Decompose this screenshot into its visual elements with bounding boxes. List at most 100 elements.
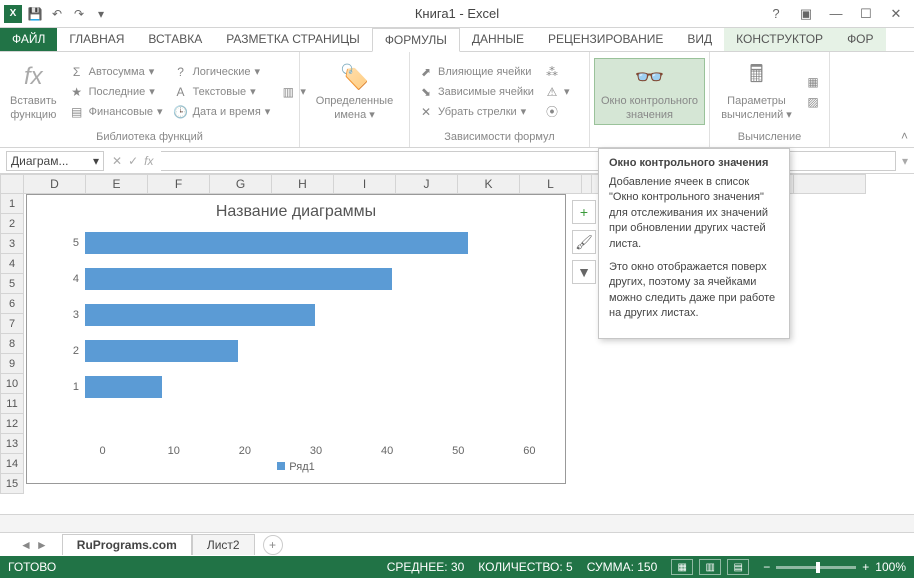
row-header[interactable]: 8 (0, 334, 24, 354)
calc-now-button[interactable]: ▦ (801, 72, 825, 92)
calculator-icon: 🖩 (741, 61, 773, 93)
tab-view[interactable]: ВИД (675, 28, 724, 51)
select-all-corner[interactable] (0, 174, 24, 194)
zoom-out-button[interactable]: − (763, 560, 770, 574)
row-header[interactable]: 15 (0, 474, 24, 494)
chart-filter-button[interactable]: ▼ (572, 260, 596, 284)
row-header[interactable]: 7 (0, 314, 24, 334)
row-header[interactable]: 1 (0, 194, 24, 214)
chart-styles-button[interactable]: 🖌 (572, 230, 596, 254)
bar[interactable] (85, 376, 162, 398)
zoom-in-button[interactable]: + (862, 560, 869, 574)
view-normal-icon[interactable]: ▦ (671, 559, 693, 575)
bar[interactable] (85, 340, 238, 362)
maximize-icon[interactable]: ☐ (854, 4, 878, 24)
minimize-icon[interactable]: — (824, 4, 848, 24)
col-header[interactable]: K (458, 174, 520, 194)
col-header[interactable]: L (520, 174, 582, 194)
bar[interactable] (85, 232, 468, 254)
row-header[interactable]: 5 (0, 274, 24, 294)
tab-review[interactable]: РЕЦЕНЗИРОВАНИЕ (536, 28, 675, 51)
zoom-level: 100% (875, 560, 906, 574)
col-header[interactable]: D (24, 174, 86, 194)
close-icon[interactable]: ✕ (884, 4, 908, 24)
chart-title[interactable]: Название диаграммы (27, 195, 565, 225)
error-check-button[interactable]: ⚠▾ (540, 82, 574, 102)
col-header[interactable]: J (396, 174, 458, 194)
ribbon-display-icon[interactable]: ▣ (794, 4, 818, 24)
row-header[interactable]: 11 (0, 394, 24, 414)
text-button[interactable]: AТекстовые ▾ (169, 82, 275, 102)
defined-names-button[interactable]: 🏷️ Определенные имена ▾ (304, 59, 405, 123)
row-header[interactable]: 9 (0, 354, 24, 374)
logical-button[interactable]: ?Логические ▾ (169, 62, 275, 82)
tab-formulas[interactable]: ФОРМУЛЫ (372, 28, 460, 52)
tab-file[interactable]: ФАЙЛ (0, 28, 57, 51)
col-header[interactable] (794, 174, 866, 194)
tab-constructor[interactable]: КОНСТРУКТОР (724, 28, 835, 51)
sheet-tab-1[interactable]: RuPrograms.com (62, 534, 192, 555)
autosum-button[interactable]: ΣАвтосумма ▾ (65, 62, 167, 82)
save-icon[interactable]: 💾 (26, 5, 44, 23)
recent-button[interactable]: ★Последние ▾ (65, 82, 167, 102)
row-header[interactable]: 12 (0, 414, 24, 434)
show-formulas-button[interactable]: ⁂ (540, 62, 574, 82)
insert-function-button[interactable]: fx Вставить функцию (4, 59, 63, 123)
row-header[interactable]: 4 (0, 254, 24, 274)
calc-options-button[interactable]: 🖩 Параметры вычислений ▾ (714, 59, 799, 123)
name-box[interactable]: Диаграм...▾ (6, 151, 104, 171)
sheet-next-icon[interactable]: ► (36, 538, 48, 552)
x-tick: 60 (494, 445, 565, 457)
sheet-tab-2[interactable]: Лист2 (192, 534, 255, 555)
datetime-button[interactable]: 🕒Дата и время ▾ (169, 102, 275, 122)
remove-arrows-button[interactable]: ✕Убрать стрелки ▾ (414, 102, 538, 122)
cancel-icon[interactable]: ✕ (112, 154, 122, 168)
tab-data[interactable]: ДАННЫЕ (460, 28, 536, 51)
redo-icon[interactable]: ↷ (70, 5, 88, 23)
row-header[interactable]: 3 (0, 234, 24, 254)
row-header[interactable]: 6 (0, 294, 24, 314)
evaluate-button[interactable]: ⦿ (540, 102, 574, 122)
col-header[interactable]: I (334, 174, 396, 194)
row-header[interactable]: 13 (0, 434, 24, 454)
expand-bar-icon[interactable]: ▾ (896, 154, 914, 168)
col-header[interactable]: H (272, 174, 334, 194)
trace-precedents-button[interactable]: ⬈Влияющие ячейки (414, 62, 538, 82)
enter-icon[interactable]: ✓ (128, 154, 138, 168)
tab-layout[interactable]: РАЗМЕТКА СТРАНИЦЫ (214, 28, 372, 51)
chart[interactable]: Название диаграммы 54321 0102030405060 Р… (26, 194, 566, 484)
help-icon[interactable]: ? (764, 4, 788, 24)
tab-format[interactable]: ФОР (835, 28, 885, 51)
collapse-ribbon-icon[interactable]: ˄ (901, 129, 908, 143)
row-header[interactable]: 2 (0, 214, 24, 234)
horizontal-scrollbar[interactable] (0, 514, 914, 532)
calc-sheet-button[interactable]: ▨ (801, 92, 825, 112)
col-header[interactable]: E (86, 174, 148, 194)
chart-legend[interactable]: Ряд1 (27, 457, 565, 473)
fx-icon[interactable]: fx (144, 154, 153, 168)
tab-home[interactable]: ГЛАВНАЯ (57, 28, 136, 51)
bar[interactable] (85, 268, 392, 290)
financial-button[interactable]: ▤Финансовые ▾ (65, 102, 167, 122)
tab-insert[interactable]: ВСТАВКА (136, 28, 214, 51)
view-break-icon[interactable]: ▤ (727, 559, 749, 575)
sheet-prev-icon[interactable]: ◄ (20, 538, 32, 552)
qat-dropdown-icon[interactable]: ▾ (92, 5, 110, 23)
col-header[interactable]: F (148, 174, 210, 194)
col-header[interactable] (582, 174, 592, 194)
chevron-down-icon[interactable]: ▾ (93, 154, 99, 168)
row-header[interactable]: 10 (0, 374, 24, 394)
watch-window-button[interactable]: 👓 Окно контрольного значения (594, 58, 705, 124)
window-title: Книга1 - Excel (415, 6, 499, 21)
col-header[interactable]: G (210, 174, 272, 194)
trace-dependents-button[interactable]: ⬊Зависимые ячейки (414, 82, 538, 102)
x-tick: 30 (280, 445, 351, 457)
add-sheet-button[interactable]: + (263, 535, 283, 555)
bar[interactable] (85, 304, 315, 326)
undo-icon[interactable]: ↶ (48, 5, 66, 23)
view-layout-icon[interactable]: ▥ (699, 559, 721, 575)
group-label-calc: Вычисление (714, 129, 825, 145)
chart-elements-button[interactable]: + (572, 200, 596, 224)
zoom-slider[interactable] (776, 566, 856, 569)
row-header[interactable]: 14 (0, 454, 24, 474)
